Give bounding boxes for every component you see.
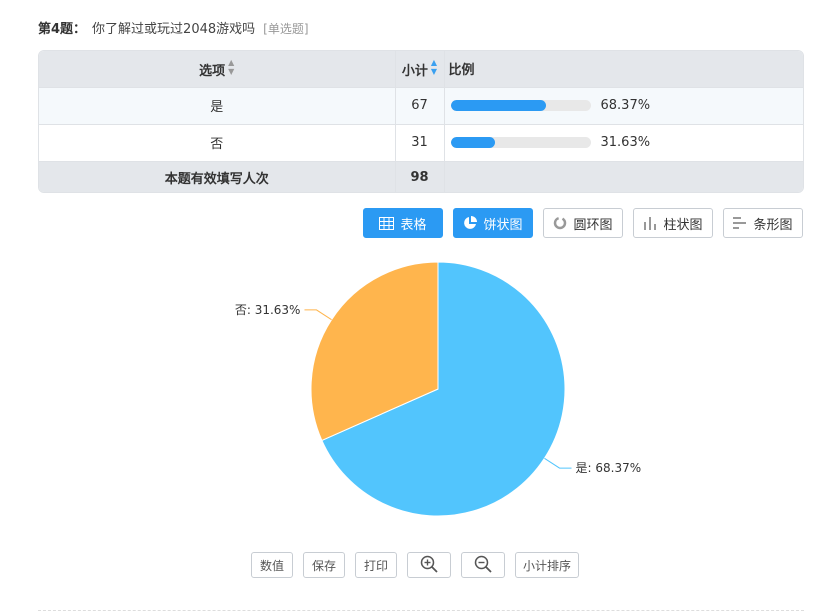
sort-icon[interactable]: ▲ ▼ [431, 58, 437, 76]
zoom-out-icon [474, 555, 492, 576]
question-title: 第4题： 你了解过或玩过2048游戏吗 [单选题] [38, 18, 309, 37]
ratio-percent: 31.63% [600, 135, 651, 150]
ratio-bar [450, 100, 591, 111]
zoom-in-icon [420, 555, 438, 576]
ring-icon [553, 216, 567, 230]
ratio-percent: 68.37% [600, 98, 651, 113]
ratio-bar-fill [450, 100, 547, 111]
bar-view-button[interactable]: 条形图 [723, 208, 803, 238]
option-label: 是 [39, 87, 396, 125]
print-button[interactable]: 打印 [355, 552, 397, 578]
chart-toolbar: 数值 保存 打印 小计排序 [251, 552, 579, 578]
option-label: 否 [39, 124, 396, 162]
ring-view-button[interactable]: 圆环图 [543, 208, 623, 238]
header-count[interactable]: 小计▲ ▼ [395, 51, 445, 88]
total-label: 本题有效填写人次 [39, 161, 396, 192]
pie-view-button[interactable]: 饼状图 [453, 208, 533, 238]
table-row: 是 67 68.37% [39, 87, 803, 125]
zoom-in-button[interactable] [407, 552, 451, 578]
pie-chart: 是: 68.37% 否: 31.63% [235, 261, 642, 517]
chart-type-switcher: 表格 饼状图 圆环图 柱状图 条形图 [363, 208, 803, 238]
question-type: [单选题] [263, 22, 309, 36]
table-row: 否 31 31.63% [39, 124, 803, 162]
result-table: 选项▲ ▼ 小计▲ ▼ 比例 是 67 68.37% 否 31 31.63% 本… [38, 50, 804, 193]
option-count: 31 [395, 124, 445, 162]
column-view-button[interactable]: 柱状图 [633, 208, 713, 238]
header-option[interactable]: 选项▲ ▼ [39, 51, 396, 88]
pie-data-label-1: 否: 31.63% [235, 303, 301, 317]
section-divider [38, 610, 804, 611]
pie-icon [463, 216, 478, 230]
pie-label-line-0 [544, 457, 572, 469]
table-view-button[interactable]: 表格 [363, 208, 443, 238]
option-count: 67 [395, 87, 445, 125]
zoom-out-button[interactable] [461, 552, 505, 578]
column-chart-icon [643, 216, 657, 230]
bar-chart-icon [733, 216, 747, 230]
sort-icon[interactable]: ▲ ▼ [228, 58, 234, 76]
question-text: 你了解过或玩过2048游戏吗 [92, 22, 256, 37]
sort-by-count-button[interactable]: 小计排序 [515, 552, 579, 578]
pie-data-label-0: 是: 68.37% [576, 461, 642, 475]
header-ratio: 比例 [444, 51, 803, 88]
value-button[interactable]: 数值 [251, 552, 293, 578]
save-button[interactable]: 保存 [303, 552, 345, 578]
table-icon [379, 216, 395, 230]
ratio-bar-fill [450, 137, 495, 148]
pie-label-line-1 [304, 309, 332, 321]
total-value: 98 [395, 161, 445, 192]
question-number: 第4题： [38, 22, 87, 37]
total-row: 本题有效填写人次 98 [39, 161, 803, 192]
ratio-bar [450, 137, 591, 148]
